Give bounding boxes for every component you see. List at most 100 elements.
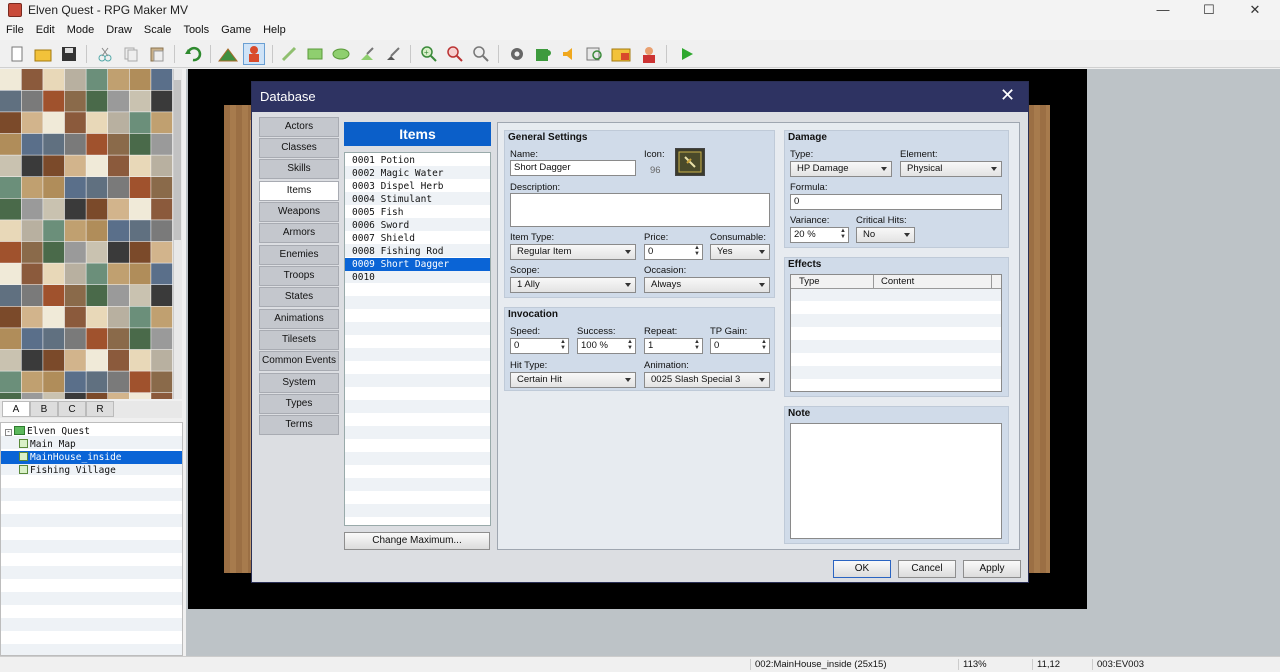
tab-tilesets[interactable]: Tilesets — [259, 330, 339, 350]
tile-swatch[interactable] — [64, 155, 86, 177]
tile-swatch[interactable] — [108, 349, 129, 371]
tile-swatch[interactable] — [43, 220, 65, 242]
tile-swatch[interactable] — [0, 241, 21, 263]
list-item[interactable]: 0006 Sword — [345, 219, 490, 232]
list-item[interactable]: 0007 Shield — [345, 232, 490, 245]
tile-swatch[interactable] — [86, 306, 108, 328]
tile-swatch[interactable] — [64, 263, 86, 285]
tab-skills[interactable]: Skills — [259, 159, 339, 179]
tile-swatch[interactable] — [151, 393, 173, 399]
menu-game[interactable]: Game — [221, 22, 257, 40]
pencil-icon[interactable] — [278, 43, 300, 65]
undo-icon[interactable] — [182, 43, 204, 65]
tile-swatch[interactable] — [129, 371, 151, 393]
menu-edit[interactable]: Edit — [36, 22, 61, 40]
menu-mode[interactable]: Mode — [67, 22, 101, 40]
tile-swatch[interactable] — [43, 371, 65, 393]
tile-swatch[interactable] — [151, 241, 173, 263]
tab-classes[interactable]: Classes — [259, 138, 339, 158]
tile-swatch[interactable] — [129, 112, 151, 134]
tile-swatch[interactable] — [0, 349, 21, 371]
tile-swatch[interactable] — [43, 90, 65, 112]
tile-swatch[interactable] — [0, 112, 21, 134]
event-searcher-icon[interactable] — [584, 43, 606, 65]
map-mode-icon[interactable] — [217, 43, 239, 65]
actual-size-icon[interactable] — [470, 43, 492, 65]
tile-swatch[interactable] — [21, 220, 43, 242]
rectangle-icon[interactable] — [304, 43, 326, 65]
tree-project-row[interactable]: - Elven Quest — [1, 425, 182, 438]
note-field[interactable] — [790, 423, 1002, 539]
spin-arrows-icon[interactable]: ▲ ▼ — [761, 339, 767, 351]
tile-swatch[interactable] — [86, 328, 108, 350]
hit-type-select[interactable]: Certain Hit — [510, 372, 636, 388]
tile-swatch[interactable] — [151, 285, 173, 306]
tile-swatch[interactable] — [43, 328, 65, 350]
tab-animations[interactable]: Animations — [259, 309, 339, 329]
tile-swatch[interactable] — [86, 285, 108, 306]
spin-arrows-icon[interactable]: ▲ ▼ — [694, 245, 700, 257]
paste-icon[interactable] — [146, 43, 168, 65]
scope-select[interactable]: 1 Ally — [510, 277, 636, 293]
tile-swatch[interactable] — [108, 285, 129, 306]
tile-swatch[interactable] — [129, 155, 151, 177]
spin-arrows-icon[interactable]: ▲ ▼ — [840, 228, 846, 240]
tile-swatch[interactable] — [21, 198, 43, 220]
tile-swatch[interactable] — [86, 177, 108, 198]
tile-swatch[interactable] — [108, 328, 129, 350]
sound-test-icon[interactable] — [558, 43, 580, 65]
ellipse-icon[interactable] — [330, 43, 352, 65]
tile-swatch[interactable] — [86, 263, 108, 285]
tile-swatch[interactable] — [43, 306, 65, 328]
tile-swatch[interactable] — [0, 328, 21, 350]
spin-arrows-icon[interactable]: ▲ ▼ — [694, 339, 700, 351]
tile-tab-a[interactable]: A — [2, 401, 30, 417]
tile-swatch[interactable] — [151, 220, 173, 242]
tile-swatch[interactable] — [21, 69, 43, 90]
damage-type-select[interactable]: HP Damage — [790, 161, 892, 177]
variance-stepper[interactable]: 20 % ▲ ▼ — [790, 227, 849, 243]
tile-swatch[interactable] — [129, 328, 151, 350]
tree-map-fishing-village[interactable]: Fishing Village — [1, 464, 182, 477]
tile-tab-b[interactable]: B — [30, 401, 58, 417]
tile-swatch[interactable] — [151, 177, 173, 198]
speed-stepper[interactable]: 0 ▲ ▼ — [510, 338, 569, 354]
tile-swatch[interactable] — [64, 285, 86, 306]
tile-swatch[interactable] — [108, 177, 129, 198]
tab-system[interactable]: System — [259, 373, 339, 393]
tile-swatch[interactable] — [86, 241, 108, 263]
collapse-icon[interactable]: - — [5, 429, 12, 436]
tab-enemies[interactable]: Enemies — [259, 245, 339, 265]
close-icon[interactable]: ✕ — [1000, 85, 1015, 106]
tile-swatch[interactable] — [129, 241, 151, 263]
tile-swatch[interactable] — [0, 220, 21, 242]
description-field[interactable] — [510, 193, 770, 227]
list-item[interactable]: 0010 — [345, 271, 490, 284]
tile-swatch[interactable] — [108, 112, 129, 134]
tile-swatch[interactable] — [64, 177, 86, 198]
tree-map-mainhouse-inside[interactable]: MainHouse_inside — [1, 451, 182, 464]
maximize-button[interactable]: ☐ — [1186, 0, 1232, 22]
formula-field[interactable]: 0 — [790, 194, 1002, 210]
tile-swatch[interactable] — [151, 349, 173, 371]
tile-swatch[interactable] — [43, 198, 65, 220]
tile-swatch[interactable] — [151, 371, 173, 393]
menu-scale[interactable]: Scale — [144, 22, 178, 40]
dagger-icon[interactable] — [675, 148, 705, 176]
tile-swatch[interactable] — [151, 263, 173, 285]
tile-swatch[interactable] — [108, 220, 129, 242]
menu-file[interactable]: File — [6, 22, 30, 40]
list-item[interactable]: 0004 Stimulant — [345, 193, 490, 206]
tile-swatch[interactable] — [64, 349, 86, 371]
tile-swatch[interactable] — [151, 306, 173, 328]
tile-swatch[interactable] — [129, 69, 151, 90]
tile-swatch[interactable] — [151, 112, 173, 134]
tile-swatch[interactable] — [43, 69, 65, 90]
database-icon[interactable] — [506, 43, 528, 65]
zoom-out-icon[interactable] — [444, 43, 466, 65]
resource-manager-icon[interactable] — [610, 43, 632, 65]
animation-select[interactable]: 0025 Slash Special 3 — [644, 372, 770, 388]
tile-swatch[interactable] — [86, 371, 108, 393]
price-stepper[interactable]: 0 ▲ ▼ — [644, 244, 703, 260]
effects-table[interactable]: Type Content — [790, 274, 1002, 392]
